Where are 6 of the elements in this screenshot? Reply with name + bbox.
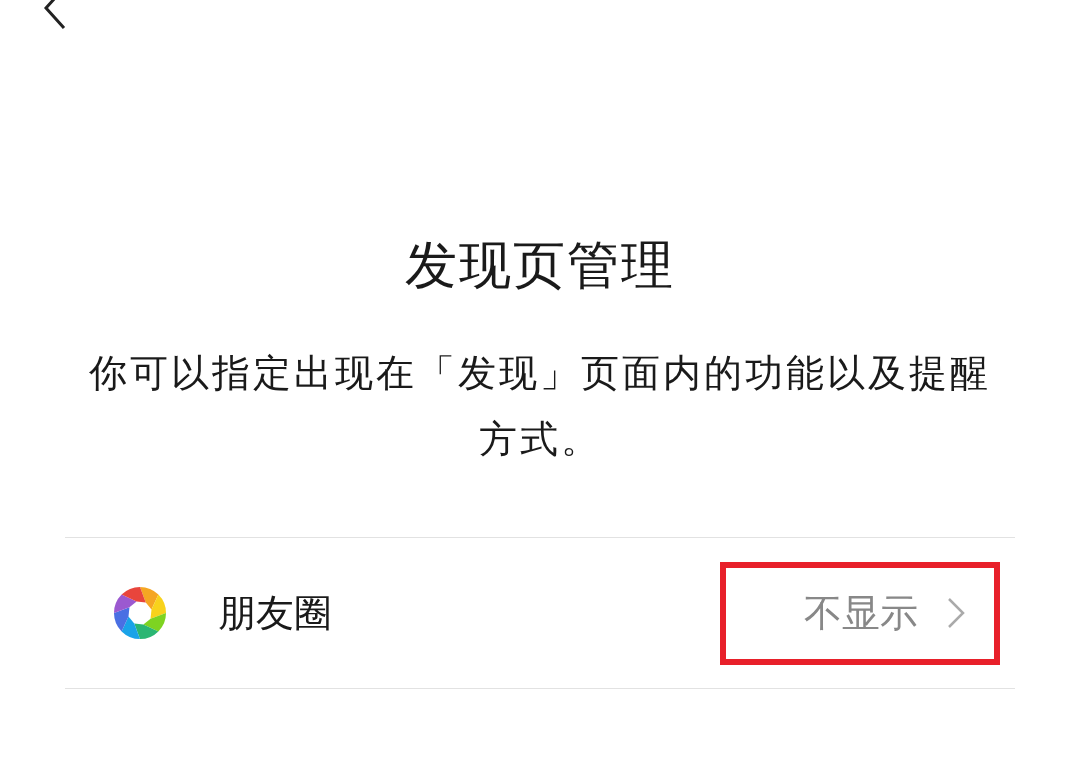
shutter-icon	[112, 585, 168, 641]
description-text: 你可以指定出现在「发现」页面内的功能以及提醒方式。	[88, 350, 992, 463]
item-value[interactable]: 不显示	[804, 587, 918, 639]
page-title: 发现页管理	[405, 234, 675, 297]
chevron-icon	[946, 596, 966, 630]
item-label: 朋友圈	[218, 589, 333, 637]
